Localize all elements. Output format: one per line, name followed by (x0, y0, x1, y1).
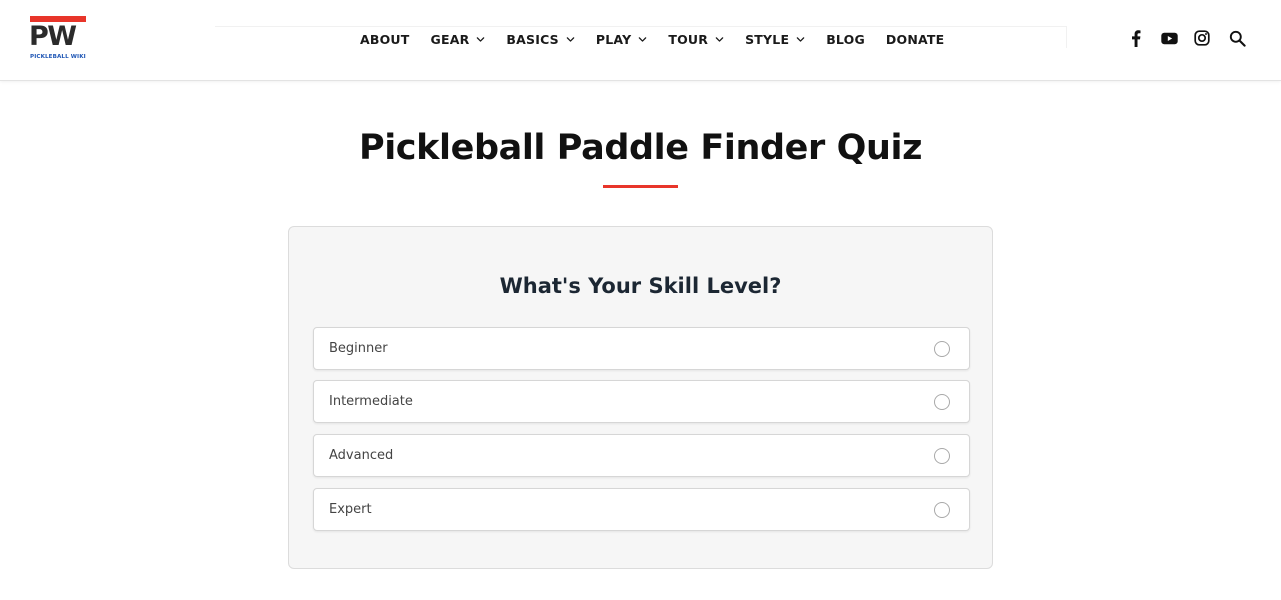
search-icon[interactable] (1228, 29, 1246, 47)
site-logo[interactable]: PW PICKLEBALL WIKI (29, 16, 88, 62)
quiz-option-label: Advanced (329, 448, 394, 463)
nav-item-label: PLAY (595, 31, 632, 47)
radio-button[interactable] (934, 448, 950, 464)
quiz-option-label: Beginner (329, 341, 388, 356)
nav-item-blog[interactable]: BLOG (826, 32, 865, 47)
quiz-option-advanced[interactable]: Advanced (313, 434, 970, 477)
radio-button[interactable] (934, 341, 950, 357)
page-title: Pickleball Paddle Finder Quiz (358, 128, 923, 168)
nav-item-label: GEAR (430, 31, 470, 47)
nav-item-label: ABOUT (360, 31, 410, 47)
nav-item-about[interactable]: ABOUT (360, 32, 410, 47)
chevron-down-icon (796, 36, 805, 42)
chevron-down-icon (639, 36, 647, 42)
nav-item-play[interactable]: PLAY (596, 32, 647, 47)
nav-item-donate[interactable]: DONATE (886, 32, 944, 47)
quiz-card: What's Your Skill Level? Beginner Interm… (288, 226, 993, 569)
quiz-option-label: Expert (329, 502, 372, 517)
title-underline (603, 185, 678, 188)
logo-mark: PW (29, 21, 77, 52)
nav-item-label: BLOG (826, 31, 865, 47)
nav-item-style[interactable]: STYLE (745, 32, 805, 47)
nav-item-tour[interactable]: TOUR (668, 32, 724, 47)
quiz-question: What's Your Skill Level? (499, 274, 782, 298)
chevron-down-icon (566, 36, 575, 42)
youtube-icon[interactable] (1160, 29, 1178, 47)
radio-button[interactable] (934, 502, 950, 518)
nav-item-basics[interactable]: BASICS (506, 31, 575, 47)
site-header: PW PICKLEBALL WIKI ABOUT GEAR BASICS PLA… (0, 0, 1281, 81)
quiz-option-expert[interactable]: Expert (313, 488, 970, 531)
nav-item-label: DONATE (885, 31, 945, 47)
quiz-option-beginner[interactable]: Beginner (313, 327, 970, 370)
main-nav: ABOUT GEAR BASICS PLAY TOUR STYLE BLOG D… (360, 30, 944, 48)
nav-item-label: BASICS (506, 31, 559, 47)
nav-item-label: TOUR (668, 31, 709, 47)
nav-item-label: STYLE (745, 31, 790, 47)
facebook-icon[interactable] (1127, 29, 1145, 47)
instagram-icon[interactable] (1193, 29, 1211, 47)
radio-button[interactable] (934, 394, 950, 410)
nav-item-gear[interactable]: GEAR (431, 32, 486, 47)
chevron-down-icon (477, 36, 485, 42)
quiz-option-intermediate[interactable]: Intermediate (313, 380, 970, 423)
quiz-option-label: Intermediate (329, 394, 413, 409)
chevron-down-icon (715, 36, 724, 42)
logo-subtitle: PICKLEBALL WIKI (30, 54, 86, 60)
